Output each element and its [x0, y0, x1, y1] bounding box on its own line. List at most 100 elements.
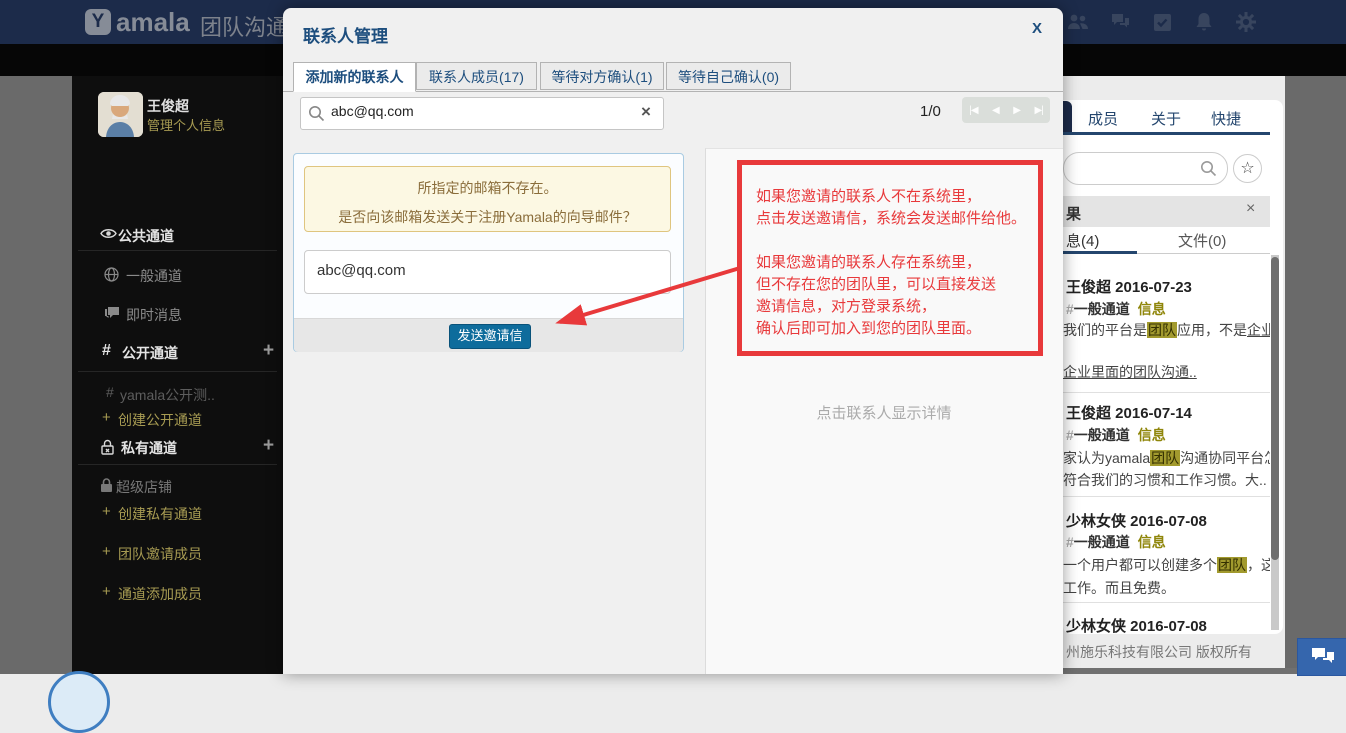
- user-name: 王俊超: [147, 96, 189, 116]
- eye-icon: [100, 227, 117, 240]
- result-channel-line: #一般通道信息: [1066, 425, 1166, 445]
- manage-profile-link[interactable]: 管理个人信息: [147, 115, 225, 134]
- tab-waiting-self-confirm[interactable]: 等待自己确认(0): [666, 62, 791, 90]
- tab-messages[interactable]: 息(4): [1066, 230, 1099, 251]
- invite-card: 所指定的邮箱不存在。 是否向该邮箱发送关于注册Yamala的向导邮件？ 发送邀请…: [293, 153, 684, 352]
- tab-files[interactable]: 文件(0): [1178, 230, 1226, 251]
- result-channel-line: #一般通道信息: [1066, 299, 1166, 319]
- results-header-bar: [1063, 196, 1270, 227]
- tab-add-new-contact[interactable]: 添加新的联系人: [293, 62, 416, 92]
- message-badge: 信息: [1138, 534, 1166, 550]
- copyright-text: 州施乐科技有限公司 版权所有: [1066, 642, 1252, 662]
- members-icon[interactable]: [1066, 10, 1090, 34]
- close-icon[interactable]: ×: [1246, 200, 1255, 218]
- result-snippet[interactable]: 企业里面的团队沟通..: [1063, 362, 1270, 382]
- sidebar-item-public-channels[interactable]: 公共通道: [72, 225, 283, 245]
- chat-icon[interactable]: [1108, 10, 1132, 34]
- modal-close-button[interactable]: X: [1032, 20, 1042, 37]
- message-badge: 信息: [1138, 427, 1166, 443]
- tab-about[interactable]: 关于: [1151, 108, 1181, 129]
- result-snippet[interactable]: 一个用户都可以创建多个团队，这样: [1063, 555, 1270, 575]
- panel-search-input[interactable]: [1063, 152, 1228, 185]
- highlighted-keyword: 团队: [1150, 450, 1180, 466]
- tasks-icon[interactable]: [1150, 10, 1174, 34]
- result-snippet[interactable]: 家认为yamala团队沟通协同平台怎么: [1063, 448, 1270, 468]
- result-snippet[interactable]: 我们的平台是团队应用，不是企业应: [1063, 320, 1270, 340]
- invite-email-input[interactable]: [315, 261, 659, 280]
- prev-page-button[interactable]: ◀: [992, 105, 999, 116]
- next-page-button[interactable]: ▶: [1013, 105, 1020, 116]
- divider: [1063, 602, 1270, 603]
- yamala-logo-icon: Y: [85, 9, 111, 35]
- sidebar: 王俊超 管理个人信息 公共通道 一般通道 即时消息 # 公开通道 + # yam…: [72, 76, 283, 674]
- tab-contact-members[interactable]: 联系人成员(17): [416, 62, 537, 90]
- sidebar-item-super-store[interactable]: 超级店铺: [72, 476, 283, 496]
- sidebar-item-invite-team-members[interactable]: + 团队邀请成员: [72, 543, 283, 563]
- invite-email-box: [304, 250, 671, 294]
- bell-icon[interactable]: [1192, 10, 1216, 34]
- floating-circle-button[interactable]: [48, 671, 110, 733]
- gear-icon[interactable]: [1234, 10, 1258, 34]
- sidebar-item-create-open-channel[interactable]: + 创建公开通道: [72, 409, 283, 429]
- plus-icon: +: [102, 583, 111, 600]
- hash-icon: #: [102, 342, 111, 360]
- plus-icon: +: [102, 503, 111, 520]
- search-icon: [308, 105, 325, 122]
- divider: [78, 464, 277, 465]
- sidebar-item-create-private-channel[interactable]: + 创建私有通道: [72, 503, 283, 523]
- left-page-margin: [0, 76, 72, 674]
- divider: [1063, 392, 1270, 393]
- divider: [78, 250, 277, 251]
- highlighted-keyword: 团队: [1147, 322, 1177, 338]
- highlighted-keyword: 团队: [1217, 557, 1247, 573]
- logo-suffix: 团队沟通: [200, 10, 288, 42]
- sidebar-item-open-channels[interactable]: # 公开通道 +: [72, 342, 283, 362]
- favorite-star-button[interactable]: ☆: [1233, 154, 1262, 183]
- lock-icon: [100, 478, 113, 493]
- modal-title: 联系人管理: [303, 22, 388, 47]
- message-bubble-icon: [104, 306, 120, 320]
- last-page-button[interactable]: ▶|: [1034, 105, 1042, 116]
- hidden-active-tab-stub[interactable]: [1063, 101, 1072, 134]
- sidebar-item-yamala-open-test[interactable]: # yamala公开测..: [72, 384, 283, 404]
- result-author-date[interactable]: 少林女侠 2016-07-08: [1066, 615, 1207, 636]
- search-results-panel: 成员 关于 快捷 ☆ 果 × 息(4) 文件(0) 王俊超 2016-07-23…: [1063, 100, 1283, 634]
- right-page-margin: [1285, 76, 1346, 674]
- contact-search-input[interactable]: [329, 102, 633, 120]
- tab-waiting-other-confirm[interactable]: 等待对方确认(1): [540, 62, 664, 90]
- result-author-date[interactable]: 少林女侠 2016-07-08: [1066, 510, 1207, 531]
- clear-search-icon[interactable]: ×: [641, 102, 651, 122]
- sidebar-item-add-channel-members[interactable]: + 通道添加成员: [72, 583, 283, 603]
- send-invite-button[interactable]: 发送邀请信: [449, 324, 531, 349]
- pagination-label: 1/0: [920, 103, 941, 120]
- result-author-date[interactable]: 王俊超 2016-07-14: [1066, 402, 1192, 423]
- avatar[interactable]: [98, 92, 143, 137]
- logo-text: amala: [116, 7, 190, 38]
- panel-scrollbar-thumb[interactable]: [1271, 257, 1279, 560]
- active-tab-underline: [1063, 251, 1137, 254]
- tab-shortcuts[interactable]: 快捷: [1211, 108, 1241, 129]
- result-snippet[interactable]: 符合我们的习惯和工作习惯。大..: [1063, 470, 1270, 490]
- sidebar-item-private-channels[interactable]: 私有通道 +: [72, 437, 283, 457]
- sidebar-item-instant-messages[interactable]: 即时消息: [72, 304, 283, 324]
- sidebar-item-general-channel[interactable]: 一般通道: [72, 265, 283, 285]
- result-channel-line: #一般通道信息: [1066, 532, 1166, 552]
- tab-members[interactable]: 成员: [1088, 108, 1118, 129]
- annotation-red-box: 如果您邀请的联系人不在系统里， 点击发送邀请信，系统会发送邮件给他。 如果您邀请…: [737, 160, 1043, 356]
- contact-search-box: ×: [300, 97, 664, 130]
- first-page-button[interactable]: |◀: [969, 105, 977, 116]
- add-open-channel-plus[interactable]: +: [263, 340, 274, 362]
- divider: [1063, 496, 1270, 497]
- message-badge: 信息: [1138, 301, 1166, 317]
- tab-underline: [1063, 132, 1270, 135]
- lock-icon: [100, 439, 115, 455]
- add-private-channel-plus[interactable]: +: [263, 435, 274, 457]
- result-author-date[interactable]: 王俊超 2016-07-23: [1066, 276, 1192, 297]
- chat-fab-button[interactable]: [1297, 638, 1346, 676]
- header-icons: [1066, 10, 1258, 34]
- plus-icon: +: [102, 409, 111, 426]
- chat-bubbles-icon: [1311, 647, 1335, 667]
- hash-icon: #: [106, 384, 114, 400]
- email-not-found-notice: 所指定的邮箱不存在。 是否向该邮箱发送关于注册Yamala的向导邮件？: [304, 166, 671, 232]
- result-snippet[interactable]: 工作。而且免费。: [1063, 578, 1270, 598]
